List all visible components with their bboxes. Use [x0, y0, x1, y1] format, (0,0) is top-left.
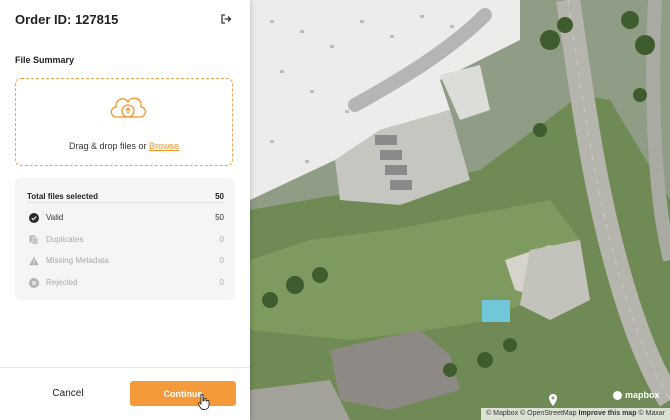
pointer-cursor-icon: [198, 394, 210, 410]
summary-row-duplicates: Duplicates 0: [27, 233, 224, 247]
summary-row-value: 50: [215, 213, 224, 222]
copy-icon: [29, 235, 39, 245]
satellite-map[interactable]: [250, 0, 670, 420]
summary-row-label: Rejected: [46, 278, 78, 287]
mapbox-logo[interactable]: mapbox: [613, 390, 660, 400]
total-label: Total files selected: [27, 192, 98, 201]
summary-row-missing-metadata: Missing Metadata 0: [27, 254, 224, 268]
summary-row-value: 0: [219, 256, 224, 265]
x-circle-icon: [29, 278, 39, 288]
file-summary-panel: Order ID: 127815 File Summary Drag & dro…: [0, 0, 250, 420]
summary-row-rejected: Rejected 0: [27, 276, 224, 290]
file-drop-zone[interactable]: Drag & drop files or Browse: [15, 78, 233, 166]
drop-instructions: Drag & drop files or Browse: [16, 141, 232, 151]
total-value: 50: [215, 192, 224, 201]
map-imagery: [250, 0, 670, 420]
check-circle-icon: [29, 213, 39, 223]
attribution-osm[interactable]: © OpenStreetMap: [520, 410, 577, 417]
mapbox-logo-text: mapbox: [625, 390, 660, 400]
summary-row-label: Missing Metadata: [46, 256, 109, 265]
mapbox-logo-icon: [613, 390, 622, 400]
map-pin-icon: [549, 394, 557, 406]
order-title: Order ID: 127815: [15, 12, 119, 27]
attribution-maxar[interactable]: © Maxar: [638, 410, 665, 417]
cloud-upload-icon: [110, 97, 147, 118]
summary-card: Total files selected 50 Valid 50 Duplica…: [15, 178, 235, 300]
section-title: File Summary: [15, 55, 75, 65]
summary-divider: [27, 202, 224, 203]
footer-divider: [0, 367, 250, 368]
cancel-button[interactable]: Cancel: [40, 383, 96, 403]
drop-prompt: Drag & drop files or: [68, 141, 150, 151]
improve-map-link[interactable]: Improve this map: [579, 410, 637, 417]
browse-link[interactable]: Browse: [149, 141, 179, 151]
continue-button[interactable]: Continue: [130, 381, 236, 406]
exit-icon[interactable]: [220, 13, 232, 25]
summary-row-label: Duplicates: [46, 235, 84, 244]
summary-row-label: Valid: [46, 213, 64, 222]
attribution-mapbox[interactable]: © Mapbox: [486, 410, 518, 417]
summary-row-value: 0: [219, 278, 224, 287]
summary-row-value: 0: [219, 235, 224, 244]
map-attribution: © Mapbox © OpenStreetMap Improve this ma…: [481, 408, 670, 420]
summary-row-valid: Valid 50: [27, 211, 224, 225]
warning-icon: [29, 256, 39, 266]
